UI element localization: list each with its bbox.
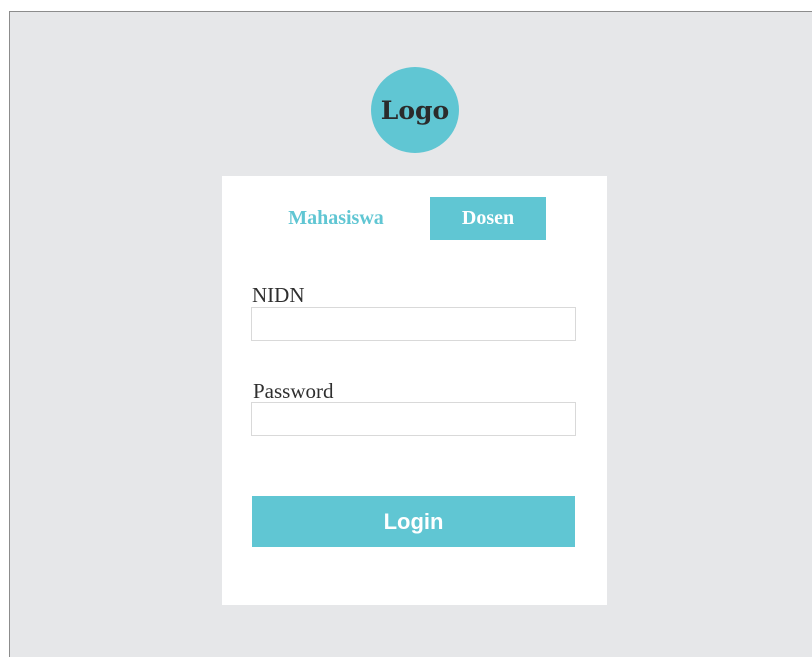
nidn-label: NIDN bbox=[252, 283, 305, 307]
logo-text: Logo bbox=[380, 95, 450, 125]
logo: Logo bbox=[371, 67, 459, 153]
tab-dosen[interactable]: Dosen bbox=[430, 197, 546, 240]
tab-mahasiswa[interactable]: Mahasiswa bbox=[270, 196, 402, 240]
password-input[interactable] bbox=[251, 402, 576, 436]
login-button[interactable]: Login bbox=[252, 496, 575, 547]
nidn-input[interactable] bbox=[251, 307, 576, 341]
login-card: Mahasiswa Dosen NIDN Password Login bbox=[222, 176, 607, 605]
password-label: Password bbox=[253, 379, 334, 403]
